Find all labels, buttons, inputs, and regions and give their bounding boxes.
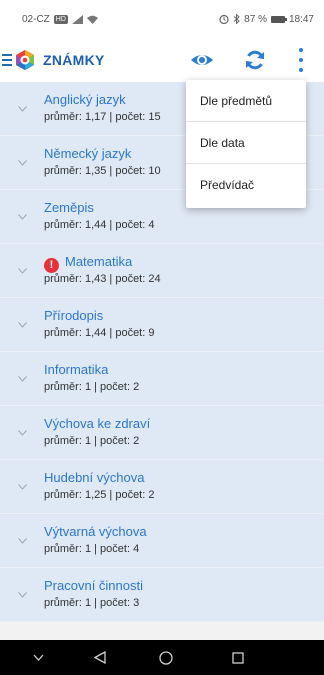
chevron-down-icon [18, 430, 27, 436]
subject-stats: průměr: 1 | počet: 2 [44, 381, 140, 393]
nav-hide-button[interactable] [28, 640, 48, 675]
carrier-text: 02-CZ [22, 13, 50, 25]
list-item-9[interactable]: Pracovní činnosti průměr: 1 | počet: 3 [0, 568, 324, 622]
menu-item-predictor[interactable]: Předvídač [186, 164, 306, 206]
app-logo-icon [16, 50, 34, 70]
subject-stats: průměr: 1,44 | počet: 4 [44, 219, 155, 231]
bluetooth-icon [233, 14, 240, 24]
chevron-down-icon [18, 160, 27, 166]
alert-icon: ! [44, 258, 59, 273]
subject-name: Anglický jazyk [44, 92, 126, 107]
wifi-icon [86, 15, 98, 24]
signal-icon [71, 14, 83, 24]
chevron-down-icon [18, 214, 27, 220]
subject-name: Hudební výchova [44, 470, 145, 485]
refresh-icon[interactable] [244, 49, 266, 71]
subject-stats: průměr: 1 | počet: 4 [44, 543, 140, 555]
app-bar: ZNÁMKY [0, 38, 324, 82]
home-icon [159, 650, 173, 665]
subject-name: Matematika [65, 254, 133, 269]
subject-name: Informatika [44, 362, 109, 377]
chevron-down-icon [18, 106, 27, 112]
more-options-icon[interactable] [298, 48, 304, 72]
list-item-5[interactable]: Informatika průměr: 1 | počet: 2 [0, 352, 324, 406]
subject-stats: průměr: 1,25 | počet: 2 [44, 489, 155, 501]
list-item-6[interactable]: Výchova ke zdraví průměr: 1 | počet: 2 [0, 406, 324, 460]
subject-stats: průměr: 1,17 | počet: 15 [44, 111, 161, 123]
subject-name: Výchova ke zdraví [44, 416, 151, 431]
menu-item-by-subject[interactable]: Dle předmětů [186, 80, 306, 122]
subject-name: Pracovní činnosti [44, 578, 143, 593]
subject-name: Zeměpis [44, 200, 94, 215]
subject-name-row: ! Matematika [44, 254, 132, 273]
screen: 02-CZ HD 87 % 18:47 ZNÁMKY Anglický jazy… [0, 0, 324, 675]
subject-name: Německý jazyk [44, 146, 132, 161]
battery-percent: 87 % [244, 13, 267, 25]
network-chip: HD [53, 14, 68, 24]
chevron-down-icon [18, 268, 27, 274]
status-left: 02-CZ HD [22, 14, 98, 25]
alarm-icon [219, 14, 229, 24]
subject-stats: průměr: 1,35 | počet: 10 [44, 165, 161, 177]
bottom-spacer [0, 622, 324, 640]
list-item-8[interactable]: Výtvarná výchova průměr: 1 | počet: 4 [0, 514, 324, 568]
subject-stats: průměr: 1,43 | počet: 24 [44, 273, 161, 285]
list-item-4[interactable]: Přírodopis průměr: 1,44 | počet: 9 [0, 298, 324, 352]
app-title: ZNÁMKY [43, 52, 105, 68]
subject-stats: průměr: 1,44 | počet: 9 [44, 327, 155, 339]
chevron-down-icon [18, 376, 27, 382]
list-item-3[interactable]: ! Matematika průměr: 1,43 | počet: 24 [0, 244, 324, 298]
status-right: 87 % 18:47 [219, 14, 314, 25]
overflow-menu: Dle předmětů Dle data Předvídač [186, 80, 306, 208]
list-item-7[interactable]: Hudební výchova průměr: 1,25 | počet: 2 [0, 460, 324, 514]
chevron-down-icon [18, 538, 27, 544]
subject-stats: průměr: 1 | počet: 3 [44, 597, 140, 609]
menu-icon[interactable] [2, 54, 12, 66]
back-icon [94, 651, 106, 664]
nav-back-button[interactable] [90, 640, 110, 675]
chevron-down-icon [18, 484, 27, 490]
subject-name: Přírodopis [44, 308, 104, 323]
chevron-down-icon [18, 592, 27, 598]
eye-icon[interactable] [190, 49, 214, 71]
subject-stats: průměr: 1 | počet: 2 [44, 435, 140, 447]
system-nav-bar [0, 640, 324, 675]
chevron-down-icon [18, 322, 27, 328]
nav-recents-button[interactable] [228, 640, 248, 675]
subject-name: Výtvarná výchova [44, 524, 147, 539]
nav-home-button[interactable] [156, 640, 176, 675]
status-bar: 02-CZ HD 87 % 18:47 [0, 0, 324, 38]
chevron-down-icon [33, 654, 43, 661]
recents-icon [232, 651, 244, 664]
battery-icon [270, 15, 287, 23]
clock: 18:47 [288, 13, 314, 25]
menu-item-by-date[interactable]: Dle data [186, 122, 306, 164]
